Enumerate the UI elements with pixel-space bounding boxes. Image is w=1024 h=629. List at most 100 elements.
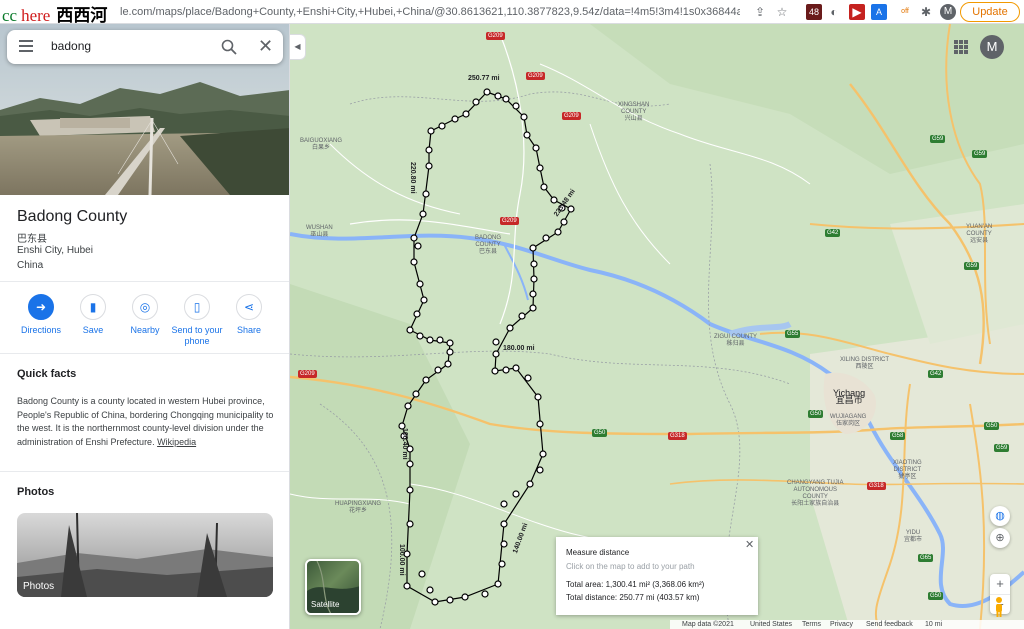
path-vertex-point[interactable]: [425, 146, 433, 154]
path-vertex-point[interactable]: [426, 586, 434, 594]
path-vertex-point[interactable]: [494, 580, 502, 588]
apps-grid-icon[interactable]: [954, 40, 968, 54]
path-vertex-point[interactable]: [542, 234, 550, 242]
path-vertex-point[interactable]: [529, 290, 537, 298]
map-label[interactable]: BADONG COUNTY 巴东县: [475, 235, 501, 256]
country-link[interactable]: United States: [750, 620, 792, 629]
extensions-puzzle-icon[interactable]: ✱: [918, 4, 934, 20]
path-vertex-point[interactable]: [567, 205, 575, 213]
save-button[interactable]: ▮ Save: [63, 294, 123, 336]
path-vertex-point[interactable]: [512, 364, 520, 372]
zoom-in-button[interactable]: +: [990, 574, 1010, 594]
path-vertex-point[interactable]: [426, 336, 434, 344]
path-vertex-point[interactable]: [422, 190, 430, 198]
path-vertex-point[interactable]: [446, 339, 454, 347]
path-vertex-point[interactable]: [536, 466, 544, 474]
path-vertex-point[interactable]: [412, 390, 420, 398]
path-vertex-point[interactable]: [472, 98, 480, 106]
path-vertex-point[interactable]: [502, 366, 510, 374]
share-page-icon[interactable]: ⇪: [752, 4, 768, 20]
map-label[interactable]: XILING DISTRICT 西陵区: [840, 357, 889, 371]
path-vertex-point[interactable]: [512, 490, 520, 498]
path-vertex-point[interactable]: [498, 560, 506, 568]
path-vertex-point[interactable]: [520, 113, 528, 121]
wikipedia-link[interactable]: Wikipedia: [157, 437, 196, 447]
path-vertex-point[interactable]: [534, 393, 542, 401]
map-canvas[interactable]: XINGSHAN COUNTY 兴山县 BAIGUOXIANG 白果乡 WUSHAN…: [290, 24, 1024, 629]
map-label[interactable]: WUSHAN 巫山县: [306, 225, 333, 239]
map-label[interactable]: CHANGYANG TUJIA AUTONOMOUS COUNTY 长阳土家族自治…: [787, 480, 843, 508]
path-vertex-point[interactable]: [418, 570, 426, 578]
path-vertex-point[interactable]: [539, 450, 547, 458]
path-vertex-point[interactable]: [446, 348, 454, 356]
map-label[interactable]: XINGSHAN COUNTY 兴山县: [618, 102, 649, 123]
path-vertex-point[interactable]: [500, 540, 508, 548]
path-vertex-point[interactable]: [422, 376, 430, 384]
path-vertex-point[interactable]: [410, 258, 418, 266]
extension-icon[interactable]: ◐: [826, 4, 842, 20]
path-vertex-point[interactable]: [506, 324, 514, 332]
path-vertex-point[interactable]: [427, 127, 435, 135]
path-vertex-point[interactable]: [540, 183, 548, 191]
globe-icon[interactable]: ◍: [990, 506, 1010, 526]
map-label[interactable]: YUAN'AN COUNTY 远安县: [966, 224, 992, 245]
my-location-icon[interactable]: ⊕: [990, 528, 1010, 548]
path-vertex-point[interactable]: [416, 332, 424, 340]
path-vertex-point[interactable]: [532, 144, 540, 152]
path-vertex-point[interactable]: [536, 420, 544, 428]
path-vertex-point[interactable]: [434, 366, 442, 374]
send-to-phone-button[interactable]: ▯ Send to your phone: [167, 294, 227, 347]
path-vertex-point[interactable]: [512, 102, 520, 110]
terms-link[interactable]: Terms: [802, 620, 821, 629]
share-button[interactable]: ⋖ Share: [219, 294, 279, 336]
extension-icon[interactable]: ▶: [849, 4, 865, 20]
path-vertex-point[interactable]: [414, 242, 422, 250]
path-vertex-point[interactable]: [494, 92, 502, 100]
map-label[interactable]: BAIGUOXIANG 白果乡: [300, 138, 342, 152]
path-vertex-point[interactable]: [536, 164, 544, 172]
path-vertex-point[interactable]: [406, 460, 414, 468]
path-vertex-point[interactable]: [550, 196, 558, 204]
path-vertex-point[interactable]: [492, 350, 500, 358]
update-button[interactable]: Update: [960, 2, 1020, 22]
search-icon[interactable]: [220, 38, 238, 56]
path-vertex-point[interactable]: [406, 486, 414, 494]
path-vertex-point[interactable]: [526, 480, 534, 488]
path-vertex-point[interactable]: [451, 115, 459, 123]
path-vertex-point[interactable]: [500, 520, 508, 528]
path-vertex-point[interactable]: [523, 131, 531, 139]
collapse-panel-button[interactable]: ◀: [290, 34, 306, 60]
path-vertex-point[interactable]: [518, 312, 526, 320]
satellite-layer-toggle[interactable]: Satellite: [305, 559, 361, 615]
path-vertex-point[interactable]: [492, 338, 500, 346]
path-vertex-point[interactable]: [530, 260, 538, 268]
path-vertex-point[interactable]: [500, 500, 508, 508]
path-vertex-point[interactable]: [403, 582, 411, 590]
path-vertex-point[interactable]: [406, 520, 414, 528]
photo-thumbnail[interactable]: Photos: [17, 513, 273, 597]
path-vertex-point[interactable]: [436, 336, 444, 344]
privacy-link[interactable]: Privacy: [830, 620, 853, 629]
close-icon[interactable]: ✕: [258, 37, 273, 55]
path-vertex-point[interactable]: [481, 590, 489, 598]
map-label-city[interactable]: Yichang 宜昌市: [833, 389, 865, 405]
path-vertex-point[interactable]: [419, 210, 427, 218]
path-vertex-point[interactable]: [444, 360, 452, 368]
path-vertex-point[interactable]: [420, 296, 428, 304]
path-vertex-point[interactable]: [483, 88, 491, 96]
path-vertex-point[interactable]: [491, 367, 499, 375]
path-vertex-point[interactable]: [446, 596, 454, 604]
address-bar[interactable]: le.com/maps/place/Badong+County,+Enshi+C…: [120, 6, 740, 18]
translate-icon[interactable]: A: [871, 4, 887, 20]
path-vertex-point[interactable]: [529, 244, 537, 252]
map-label[interactable]: ZIGUI COUNTY 秭归县: [714, 334, 757, 348]
path-vertex-point[interactable]: [462, 110, 470, 118]
search-input[interactable]: [51, 39, 201, 53]
path-vertex-point[interactable]: [502, 95, 510, 103]
map-label[interactable]: HUAPINGXIANG 花坪乡: [335, 501, 381, 515]
path-vertex-point[interactable]: [554, 228, 562, 236]
path-vertex-point[interactable]: [529, 304, 537, 312]
extension-off-icon[interactable]: off: [897, 4, 913, 20]
nearby-button[interactable]: ◎ Nearby: [115, 294, 175, 336]
map-label[interactable]: WUJIAGANG 伍家岗区: [830, 414, 866, 428]
